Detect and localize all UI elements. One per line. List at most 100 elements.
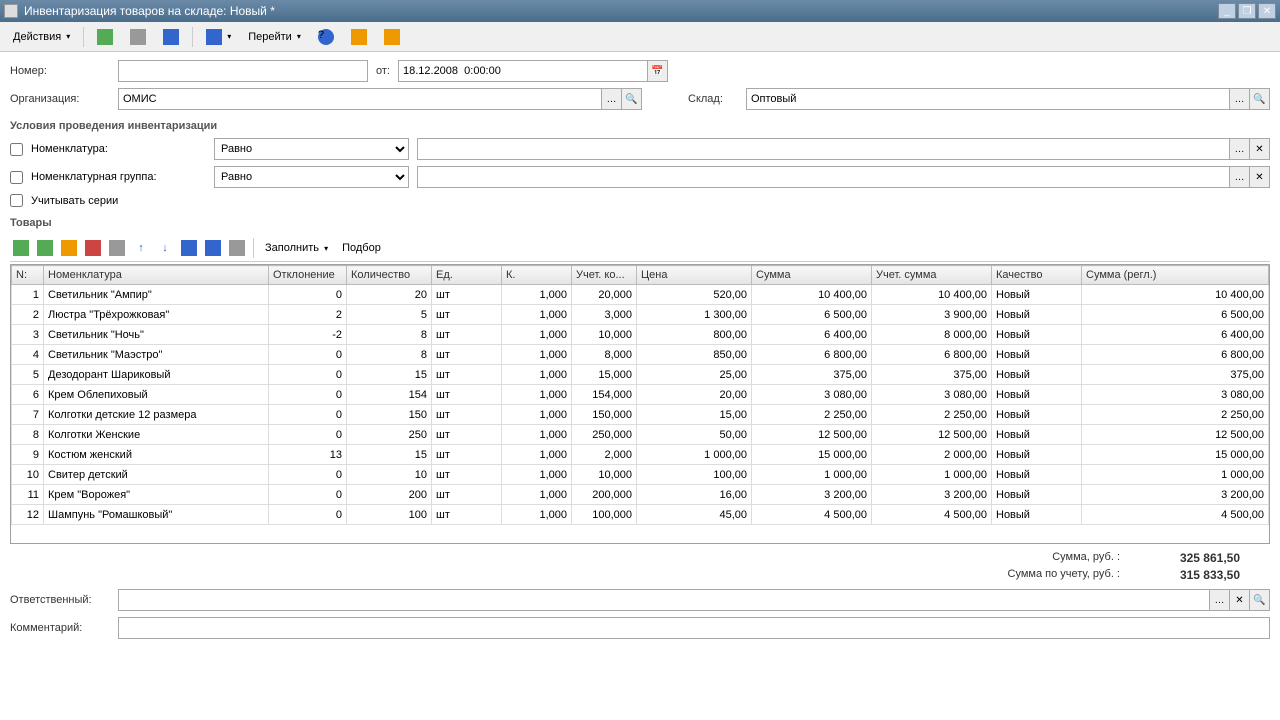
- table-row[interactable]: 7Колготки детские 12 размера0150шт1,0001…: [12, 405, 1269, 425]
- responsible-clear-button[interactable]: ✕: [1230, 589, 1250, 611]
- table-row[interactable]: 11Крем "Ворожея"0200шт1,000200,00016,003…: [12, 485, 1269, 505]
- col-dev[interactable]: Отклонение: [269, 266, 347, 285]
- row-add-icon: [13, 240, 29, 256]
- actions-menu[interactable]: Действия▾: [6, 28, 77, 46]
- col-unit[interactable]: Ед.: [432, 266, 502, 285]
- chevron-down-icon: ▾: [297, 32, 301, 41]
- row-insert-icon: [37, 240, 53, 256]
- selection-button[interactable]: Подбор: [336, 240, 387, 256]
- org-select-button[interactable]: …: [602, 88, 622, 110]
- window-title: Инвентаризация товаров на складе: Новый …: [24, 4, 1218, 18]
- list-button[interactable]: [344, 26, 374, 48]
- app-window: Инвентаризация товаров на складе: Новый …: [0, 0, 1280, 720]
- table-row[interactable]: 12Шампунь "Ромашковый"0100шт1,000100,000…: [12, 505, 1269, 525]
- org-input[interactable]: [118, 88, 602, 110]
- warehouse-input[interactable]: [746, 88, 1230, 110]
- table-row[interactable]: 6Крем Облепиховый0154шт1,000154,00020,00…: [12, 385, 1269, 405]
- goods-title: Товары: [10, 217, 1270, 229]
- nomenclature-group-checkbox[interactable]: [10, 171, 23, 184]
- nomenclature-group-select-button[interactable]: …: [1230, 166, 1250, 188]
- org-search-button[interactable]: 🔍: [622, 88, 642, 110]
- number-input[interactable]: [118, 60, 368, 82]
- row-copy-button[interactable]: [106, 237, 128, 259]
- table-row[interactable]: 5Дезодорант Шариковый015шт1,00015,00025,…: [12, 365, 1269, 385]
- table-row[interactable]: 1Светильник "Ампир"020шт1,00020,000520,0…: [12, 285, 1269, 305]
- col-quality[interactable]: Качество: [992, 266, 1082, 285]
- responsible-label: Ответственный:: [10, 594, 110, 606]
- settings-button[interactable]: [377, 26, 407, 48]
- refresh-icon: [163, 29, 179, 45]
- responsible-select-button[interactable]: …: [1210, 589, 1230, 611]
- nomenclature-group-op-select[interactable]: Равно: [214, 166, 409, 188]
- maximize-button[interactable]: ❐: [1238, 3, 1256, 19]
- warehouse-select-button[interactable]: …: [1230, 88, 1250, 110]
- nomenclature-group-clear-button[interactable]: ✕: [1250, 166, 1270, 188]
- close-button[interactable]: ✕: [1258, 3, 1276, 19]
- sort-desc-button[interactable]: [202, 237, 224, 259]
- goods-table: N: Номенклатура Отклонение Количество Ед…: [11, 265, 1269, 525]
- col-price[interactable]: Цена: [637, 266, 752, 285]
- nomenclature-label: Номенклатура:: [31, 143, 108, 155]
- comment-input[interactable]: [118, 617, 1270, 639]
- col-acc-sum[interactable]: Учет. сумма: [872, 266, 992, 285]
- col-k[interactable]: К.: [502, 266, 572, 285]
- nomenclature-op-select[interactable]: Равно: [214, 138, 409, 160]
- warehouse-search-button[interactable]: 🔍: [1250, 88, 1270, 110]
- row-delete-button[interactable]: [82, 237, 104, 259]
- row-down-button[interactable]: ↓: [154, 237, 176, 259]
- col-n[interactable]: N:: [12, 266, 44, 285]
- series-checkbox[interactable]: [10, 194, 23, 207]
- grid-settings-button[interactable]: [226, 237, 248, 259]
- nomenclature-value-input[interactable]: [417, 138, 1230, 160]
- table-row[interactable]: 2Люстра "Трёхрожковая"25шт1,0003,0001 30…: [12, 305, 1269, 325]
- help-button[interactable]: ?: [311, 26, 341, 48]
- responsible-input[interactable]: [118, 589, 1210, 611]
- col-reg-sum[interactable]: Сумма (регл.): [1082, 266, 1269, 285]
- table-row[interactable]: 3Светильник "Ночь"-28шт1,00010,000800,00…: [12, 325, 1269, 345]
- go-menu[interactable]: Перейти▾: [241, 28, 308, 46]
- col-qty[interactable]: Количество: [347, 266, 432, 285]
- col-name[interactable]: Номенклатура: [44, 266, 269, 285]
- print-menu[interactable]: ▾: [199, 26, 238, 48]
- acc-sum-label: Сумма по учету, руб. :: [1008, 568, 1121, 582]
- nomenclature-clear-button[interactable]: ✕: [1250, 138, 1270, 160]
- series-label: Учитывать серии: [31, 195, 118, 207]
- table-row[interactable]: 10Свитер детский010шт1,00010,000100,001 …: [12, 465, 1269, 485]
- sort-asc-button[interactable]: [178, 237, 200, 259]
- table-toolbar: ↑ ↓ Заполнить ▾ Подбор: [10, 235, 1270, 262]
- window-controls: _ ❐ ✕: [1218, 3, 1276, 19]
- totals-block: Сумма, руб. : 325 861,50 Сумма по учету,…: [10, 544, 1270, 589]
- fill-menu[interactable]: Заполнить ▾: [259, 240, 334, 256]
- row-copy-icon: [109, 240, 125, 256]
- date-input[interactable]: [398, 60, 648, 82]
- date-picker-button[interactable]: 📅: [648, 60, 668, 82]
- responsible-search-button[interactable]: 🔍: [1250, 589, 1270, 611]
- grid-scroll[interactable]: N: Номенклатура Отклонение Количество Ед…: [11, 265, 1269, 543]
- nomenclature-checkbox[interactable]: [10, 143, 23, 156]
- grid-icon: [229, 240, 245, 256]
- row-edit-icon: [61, 240, 77, 256]
- row-edit-button[interactable]: [58, 237, 80, 259]
- help-icon: ?: [318, 29, 334, 45]
- date-label: от:: [376, 65, 390, 77]
- nomenclature-group-value-input[interactable]: [417, 166, 1230, 188]
- add-button[interactable]: [90, 26, 120, 48]
- table-row[interactable]: 8Колготки Женские0250шт1,000250,00050,00…: [12, 425, 1269, 445]
- refresh-button[interactable]: [156, 26, 186, 48]
- table-row[interactable]: 4Светильник "Маэстро"08шт1,0008,000850,0…: [12, 345, 1269, 365]
- row-add-button[interactable]: [10, 237, 32, 259]
- conditions-title: Условия проведения инвентаризации: [10, 120, 1270, 132]
- copy-icon: [130, 29, 146, 45]
- col-sum[interactable]: Сумма: [752, 266, 872, 285]
- chevron-down-icon: ▾: [227, 32, 231, 41]
- row-up-button[interactable]: ↑: [130, 237, 152, 259]
- copy-button[interactable]: [123, 26, 153, 48]
- table-row[interactable]: 9Костюм женский1315шт1,0002,0001 000,001…: [12, 445, 1269, 465]
- minimize-button[interactable]: _: [1218, 3, 1236, 19]
- nomenclature-select-button[interactable]: …: [1230, 138, 1250, 160]
- col-acc-qty[interactable]: Учет. ко...: [572, 266, 637, 285]
- acc-sum-value: 315 833,50: [1140, 568, 1240, 582]
- printer-icon: [206, 29, 222, 45]
- row-insert-button[interactable]: [34, 237, 56, 259]
- list-icon: [351, 29, 367, 45]
